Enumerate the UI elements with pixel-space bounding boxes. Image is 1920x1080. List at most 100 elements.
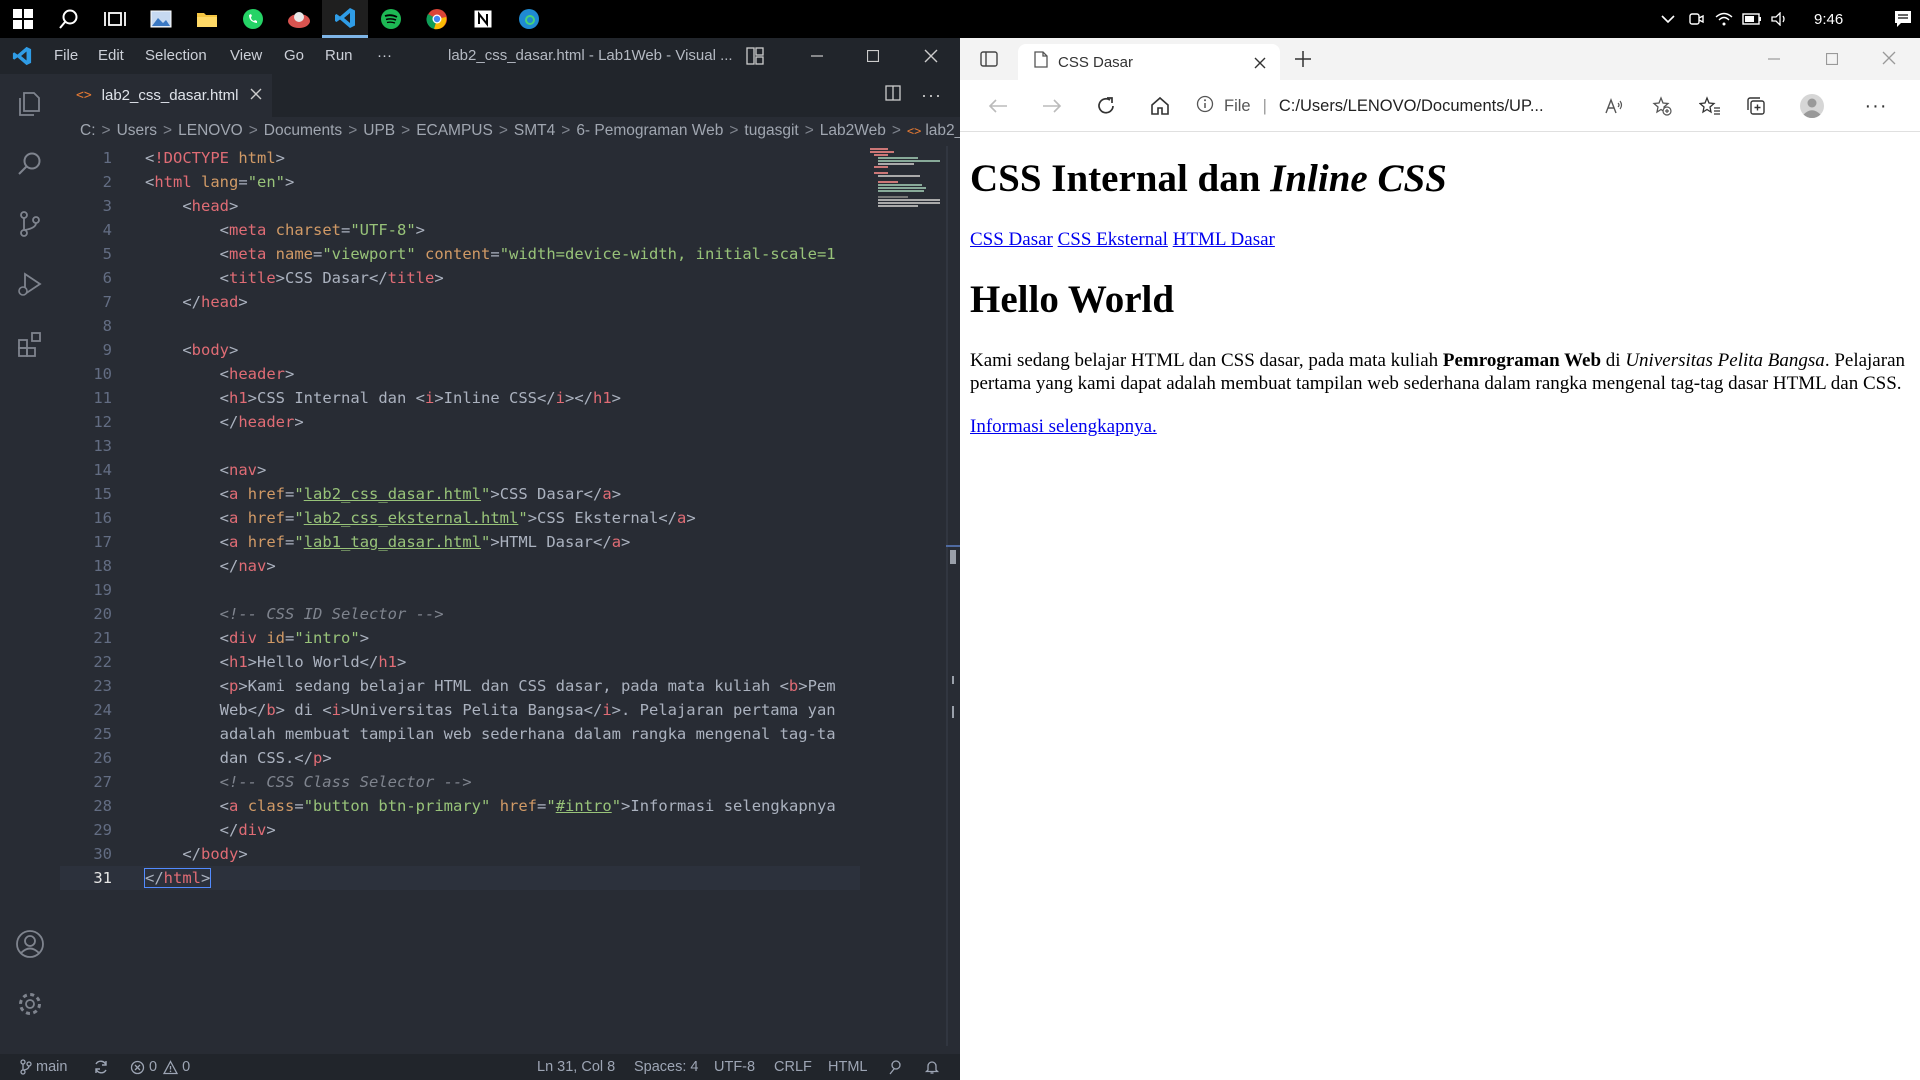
accounts-button[interactable] bbox=[0, 914, 60, 974]
avatar bbox=[1800, 94, 1824, 119]
taskbar-app-chrome[interactable] bbox=[414, 0, 460, 38]
close-button[interactable] bbox=[908, 38, 954, 74]
code-editor[interactable]: 1 <!DOCTYPE html> 2 <html lang="en"> 3 <he… bbox=[60, 146, 860, 906]
run-debug-button[interactable] bbox=[0, 254, 60, 314]
breadcrumb-item[interactable]: C: bbox=[80, 122, 96, 140]
taskbar-app-photos[interactable] bbox=[138, 0, 184, 38]
extensions-button[interactable] bbox=[0, 314, 60, 374]
split-editor-icon[interactable] bbox=[885, 85, 901, 106]
menu-file[interactable]: File bbox=[54, 38, 78, 74]
browser-tab-close-icon[interactable] bbox=[1254, 56, 1266, 74]
more-actions-icon[interactable]: ··· bbox=[921, 85, 942, 106]
new-tab-button[interactable] bbox=[1294, 50, 1312, 73]
nav-link-css-dasar[interactable]: CSS Dasar bbox=[970, 229, 1053, 250]
problems-indicator[interactable]: 0 0 bbox=[130, 1054, 190, 1080]
source-control-button[interactable] bbox=[0, 194, 60, 254]
language-mode[interactable]: HTML bbox=[828, 1054, 867, 1080]
chevron-up-icon[interactable] bbox=[1654, 14, 1682, 24]
encoding[interactable]: UTF-8 bbox=[714, 1054, 755, 1080]
search-view-button[interactable] bbox=[0, 134, 60, 194]
page-icon bbox=[1034, 51, 1048, 73]
menu-run[interactable]: Run bbox=[325, 38, 353, 74]
vertical-scrollbar[interactable] bbox=[946, 146, 960, 1046]
search-button[interactable] bbox=[46, 0, 92, 38]
breadcrumb-item[interactable]: tugasgit bbox=[744, 122, 798, 140]
layout-toggle-icon[interactable] bbox=[746, 47, 764, 70]
taskbar-app-whatsapp[interactable] bbox=[230, 0, 276, 38]
line-number: 2 bbox=[102, 173, 112, 191]
sync-button[interactable] bbox=[93, 1054, 109, 1080]
manage-button[interactable] bbox=[0, 974, 60, 1034]
browser-close-button[interactable] bbox=[1882, 51, 1896, 70]
browser-toolbar: File | C:/Users/LENOVO/Documents/UP... ·… bbox=[960, 80, 1920, 132]
spotify-icon bbox=[381, 9, 401, 29]
profile-button[interactable] bbox=[1790, 80, 1834, 132]
tab-lab2-css-dasar[interactable]: <> lab2_css_dasar.html bbox=[60, 74, 272, 117]
collections-button[interactable] bbox=[1734, 80, 1778, 132]
forward-button[interactable] bbox=[1030, 80, 1074, 132]
browser-maximize-button[interactable] bbox=[1825, 52, 1839, 70]
feedback-icon[interactable] bbox=[888, 1054, 904, 1080]
line-number: 14 bbox=[93, 461, 112, 479]
more-info-link[interactable]: Informasi selengkapnya. bbox=[970, 416, 1157, 437]
address-bar[interactable]: File | C:/Users/LENOVO/Documents/UP... bbox=[1192, 86, 1602, 126]
settings-more-button[interactable]: ··· bbox=[1854, 80, 1898, 132]
breadcrumb-item[interactable]: LENOVO bbox=[178, 122, 243, 140]
breadcrumb-item[interactable]: 6- Pemograman Web bbox=[576, 122, 723, 140]
meet-now-icon[interactable] bbox=[1682, 11, 1710, 27]
menu-more[interactable]: ··· bbox=[377, 38, 392, 74]
tab-actions-icon[interactable] bbox=[980, 50, 998, 73]
home-button[interactable] bbox=[1138, 80, 1182, 132]
menu-view[interactable]: View bbox=[230, 38, 262, 74]
browser-minimize-button[interactable] bbox=[1768, 52, 1780, 70]
refresh-button[interactable] bbox=[1084, 80, 1128, 132]
read-aloud-button[interactable] bbox=[1592, 80, 1636, 132]
minimap[interactable] bbox=[868, 146, 943, 208]
taskbar-app-edge[interactable] bbox=[506, 0, 552, 38]
breadcrumb-item[interactable]: lab2_ bbox=[925, 122, 960, 140]
taskbar-app-vscode[interactable] bbox=[322, 0, 368, 38]
branch-indicator[interactable]: main bbox=[20, 1054, 67, 1080]
breadcrumb-item[interactable]: SMT4 bbox=[514, 122, 555, 140]
start-button[interactable] bbox=[0, 0, 46, 38]
notification-icon[interactable] bbox=[1889, 10, 1917, 28]
taskbar-app-spotify[interactable] bbox=[368, 0, 414, 38]
info-icon[interactable] bbox=[1196, 95, 1214, 118]
notifications-bell-icon[interactable] bbox=[924, 1054, 940, 1080]
minimize-button[interactable] bbox=[794, 38, 840, 74]
line-number: 31 bbox=[93, 869, 112, 887]
menu-go[interactable]: Go bbox=[284, 38, 304, 74]
nav-link-html-dasar[interactable]: HTML Dasar bbox=[1173, 229, 1275, 250]
breadcrumb-item[interactable]: Documents bbox=[264, 122, 342, 140]
end-of-line[interactable]: CRLF bbox=[774, 1054, 812, 1080]
breadcrumb-item[interactable]: ECAMPUS bbox=[416, 122, 493, 140]
whatsapp-icon bbox=[243, 9, 263, 29]
code-line: 19 bbox=[60, 578, 860, 602]
breadcrumb-item[interactable]: Lab2Web bbox=[820, 122, 886, 140]
add-favorite-button[interactable] bbox=[1640, 80, 1684, 132]
indentation[interactable]: Spaces: 4 bbox=[634, 1054, 699, 1080]
system-tray: 9:46 bbox=[1654, 0, 1917, 38]
taskbar-app-file-explorer[interactable] bbox=[184, 0, 230, 38]
breadcrumb-item[interactable]: Users bbox=[117, 122, 157, 140]
taskbar-app-game[interactable] bbox=[276, 0, 322, 38]
cursor-position[interactable]: Ln 31, Col 8 bbox=[537, 1054, 615, 1080]
menu-edit[interactable]: Edit bbox=[98, 38, 124, 74]
tab-close-icon[interactable] bbox=[250, 87, 262, 105]
battery-icon[interactable] bbox=[1738, 13, 1766, 25]
back-button[interactable] bbox=[976, 80, 1020, 132]
nav-link-css-eksternal[interactable]: CSS Eksternal bbox=[1058, 229, 1168, 250]
clock[interactable]: 9:46 bbox=[1814, 11, 1843, 28]
task-view-button[interactable] bbox=[92, 0, 138, 38]
browser-tab-css-dasar[interactable]: CSS Dasar bbox=[1018, 44, 1280, 80]
maximize-button[interactable] bbox=[850, 38, 896, 74]
line-number: 15 bbox=[93, 485, 112, 503]
taskbar-app-notion[interactable] bbox=[460, 0, 506, 38]
wifi-icon[interactable] bbox=[1710, 12, 1738, 26]
menu-selection[interactable]: Selection bbox=[145, 38, 207, 74]
volume-icon[interactable] bbox=[1766, 12, 1794, 26]
line-number: 25 bbox=[93, 725, 112, 743]
favorites-button[interactable] bbox=[1688, 80, 1732, 132]
explorer-button[interactable] bbox=[0, 74, 60, 134]
breadcrumb-item[interactable]: UPB bbox=[363, 122, 395, 140]
